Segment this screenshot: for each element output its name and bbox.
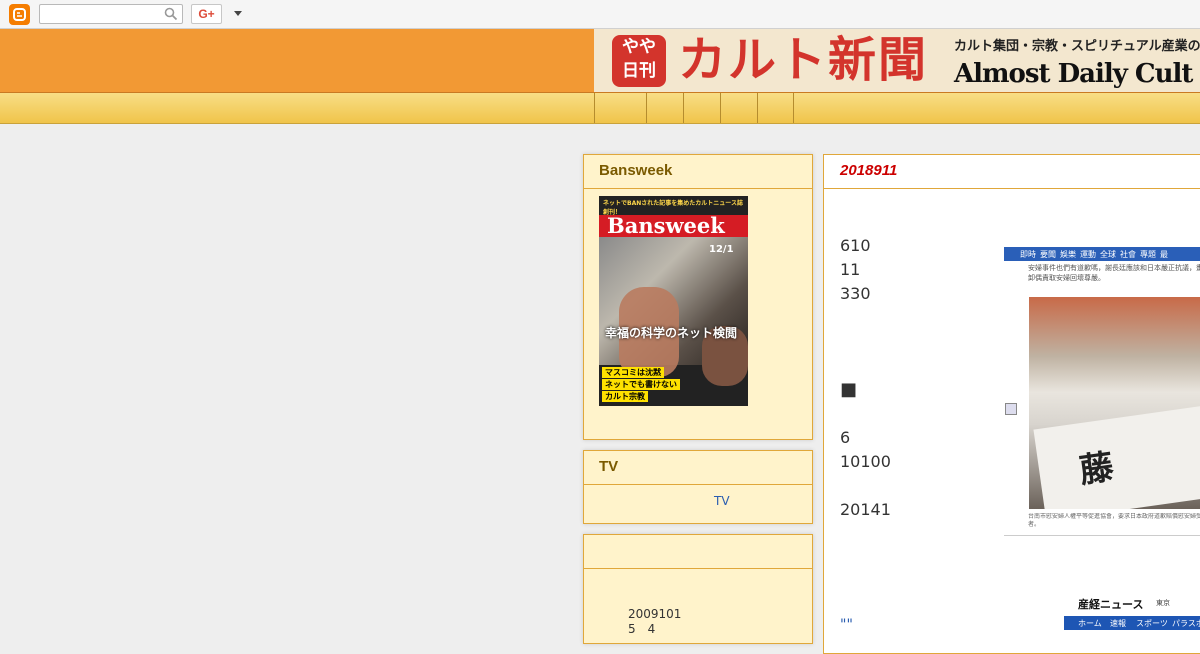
- nav-tab-5[interactable]: [757, 93, 794, 123]
- news-nav-item: 專題: [1140, 250, 1156, 259]
- protest-banner: 藤: [1033, 405, 1200, 509]
- image-icon: [1005, 403, 1017, 415]
- search-icon[interactable]: [164, 7, 178, 21]
- post-text-line: 10100: [840, 452, 891, 471]
- cover-date: 12/1: [709, 244, 734, 255]
- cover-headline: 幸福の科学のネット検閲: [605, 326, 738, 340]
- news-photo: 藤: [1029, 297, 1200, 509]
- news-nav-item: 運動: [1080, 250, 1096, 259]
- news-nav-item: 即時: [1020, 250, 1036, 259]
- archive-text: 2009101 5 4: [628, 607, 681, 637]
- blog-post: 2018911 610 11 330 ■ 6 10100 20141 即時 要聞…: [823, 154, 1200, 654]
- widget-title: [584, 535, 812, 569]
- archive-line: 2009101: [628, 607, 682, 621]
- blogger-logo-icon[interactable]: [9, 4, 30, 25]
- sankei-nav-item: スポーツ: [1136, 619, 1168, 628]
- post-text-line: 11: [840, 260, 861, 279]
- cover-tag: カルト宗教: [602, 391, 648, 402]
- blog-title: カルト新聞: [678, 32, 929, 88]
- sankei-nav-item: ホーム: [1078, 619, 1102, 628]
- tv-widget: TV TV: [583, 450, 813, 524]
- widget-title: Bansweek: [584, 155, 812, 189]
- post-quote: "": [840, 617, 853, 633]
- nav-tab-1[interactable]: [594, 93, 646, 123]
- post-text-line: 610: [840, 236, 871, 255]
- news-nav-item: 要聞: [1040, 250, 1056, 259]
- post-text-line: 20141: [840, 500, 891, 519]
- sankei-location: 東京: [1156, 599, 1170, 607]
- blog-subtitle: カルト集団・宗教・スピリチュアル産業の: [954, 39, 1200, 54]
- cover-tag: マスコミは沈黙: [602, 367, 664, 378]
- post-text-line: ■: [840, 379, 858, 400]
- badge-line1: やや: [622, 37, 656, 57]
- sankei-nav: ホーム 速報 スポーツ パラスポー: [1064, 616, 1200, 630]
- sankei-logo: 産経ニュース: [1078, 598, 1144, 611]
- tv-link[interactable]: TV: [714, 494, 730, 508]
- archive-widget: 2009101 5 4: [583, 534, 813, 644]
- protest-banner-text: 藤: [1076, 447, 1117, 492]
- news-nav-item: 最: [1160, 250, 1168, 259]
- nav-tab-3[interactable]: [683, 93, 720, 123]
- post-text-line: 6: [840, 428, 851, 447]
- gplus-button[interactable]: G+: [191, 4, 222, 24]
- nav-tab-2[interactable]: [646, 93, 683, 123]
- news-nav: 即時 要聞 娛樂 運動 全球 社會 專題 最: [1004, 247, 1200, 261]
- banner-badge: やや 日刊: [612, 35, 666, 87]
- bansweek-cover-image[interactable]: ネットでBANされた記事を集めたカルトニュース誌創刊！ Bansweek 12/…: [599, 196, 748, 406]
- blog-header: やや 日刊 カルト新聞 カルト集団・宗教・スピリチュアル産業の Almost D…: [0, 29, 1200, 93]
- bansweek-widget: Bansweek ネットでBANされた記事を集めたカルトニュース誌創刊！ Ban…: [583, 154, 813, 440]
- cover-tag: ネットでも書けない: [602, 379, 680, 390]
- widget-title: TV: [584, 451, 812, 485]
- sankei-nav-item: パラスポー: [1172, 619, 1200, 628]
- badge-line2: 日刊: [622, 61, 656, 81]
- nav-tabs: [594, 93, 794, 123]
- news-nav-item: 社會: [1120, 250, 1136, 259]
- post-title[interactable]: 2018911: [824, 155, 1200, 189]
- news-caption: 台南市慰安婦人權平等促進協會，要求日本政府道歉賠償慰安婦受害者。: [1028, 513, 1200, 528]
- nav-bar: [0, 93, 1200, 124]
- sankei-screenshot-image[interactable]: 産経ニュース 東京 ホーム 速報 スポーツ パラスポー: [1064, 590, 1200, 650]
- cover-brand: Bansweek: [599, 215, 748, 237]
- post-text-line: 330: [840, 284, 871, 303]
- more-dropdown-icon[interactable]: [234, 11, 242, 16]
- news-nav-item: 全球: [1100, 250, 1116, 259]
- nav-tab-4[interactable]: [720, 93, 757, 123]
- news-screenshot-image[interactable]: 即時 要聞 娛樂 運動 全球 社會 專題 最 安婦事件也們有道歉嗎，謝長廷應該和…: [1004, 247, 1200, 536]
- sankei-nav-item: 速報: [1110, 619, 1126, 628]
- header-banner[interactable]: やや 日刊 カルト新聞 カルト集団・宗教・スピリチュアル産業の Almost D…: [594, 29, 1200, 92]
- news-text: 安婦事件也們有道歉嗎，謝長廷應該和日本嚴正抗議，畫下卸偶責取安婦回壞尊嚴。: [1028, 264, 1200, 282]
- blogger-navbar: G+: [0, 0, 1200, 29]
- search-input[interactable]: [39, 4, 183, 24]
- news-nav-item: 娛樂: [1060, 250, 1076, 259]
- blog-english-title: Almost Daily Cult N: [954, 59, 1200, 89]
